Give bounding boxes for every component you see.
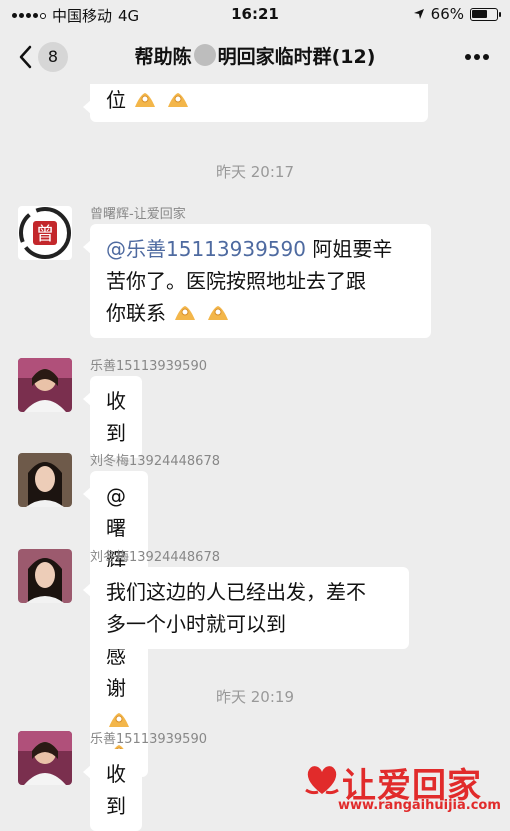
message-line: 我们这边的人已经出发，差不 — [106, 580, 366, 604]
message-line: 多一个小时就可以到 — [106, 612, 286, 636]
chat-title-suffix: 明回家临时群(12) — [217, 46, 376, 68]
location-icon — [413, 9, 424, 19]
avatar[interactable] — [18, 731, 72, 785]
message-line: @乐善15113939590 阿姐要辛 — [106, 233, 415, 265]
more-icon — [465, 54, 489, 60]
avatar[interactable] — [18, 358, 72, 412]
message-text: 阿姐要辛 — [305, 237, 393, 261]
mention-link[interactable]: @乐善15113939590 — [106, 237, 306, 261]
heart-hands-icon — [305, 766, 339, 795]
message-text: 你联系 — [106, 301, 166, 325]
more-options-button[interactable] — [464, 46, 490, 65]
battery-fill — [472, 9, 487, 18]
chat-header: 8 帮助陈 明回家临时群(12) — [0, 28, 510, 84]
message-bubble[interactable]: 收到 — [83, 749, 142, 831]
chat-title-prefix: 帮助陈 — [134, 46, 192, 68]
message-bubble[interactable]: 位 — [83, 84, 428, 122]
message-text: 位 — [106, 88, 126, 112]
message-bubble[interactable]: 我们这边的人已经出发，差不 多一个小时就可以到 — [83, 567, 409, 649]
battery-icon — [470, 7, 501, 21]
avatar-image — [18, 731, 72, 785]
sender-name: 刘冬梅13924448678 — [90, 454, 220, 469]
ok-hand-emoji-icon — [175, 306, 196, 320]
redacted-mark — [193, 44, 216, 66]
sender-name: 曾曙辉-让爱回家 — [90, 207, 186, 222]
message-bubble[interactable]: 收到 — [83, 376, 142, 458]
avatar[interactable]: 曾 — [18, 206, 72, 260]
sender-name: 乐善15113939590 — [90, 732, 207, 747]
message-line: 苦你了。医院按照地址去了跟 — [106, 269, 366, 293]
message-text: 收到 — [106, 762, 126, 818]
message-bubble[interactable]: @乐善15113939590 阿姐要辛 苦你了。医院按照地址去了跟 你联系 — [83, 224, 431, 338]
avatar-image — [18, 358, 72, 412]
ok-hand-emoji-icon — [135, 93, 156, 107]
avatar[interactable] — [18, 453, 72, 507]
ok-hand-emoji-icon — [167, 93, 188, 107]
sender-name: 乐善15113939590 — [90, 359, 207, 374]
avatar-image — [18, 549, 72, 603]
avatar-image: 曾 — [18, 206, 72, 260]
avatar[interactable] — [18, 549, 72, 603]
status-right: 66% — [413, 5, 501, 23]
watermark-url: www.rangaihuijia.com — [338, 798, 501, 813]
chat-title: 帮助陈 明回家临时群(12) — [0, 42, 510, 69]
timestamp: 昨天 20:19 — [216, 688, 294, 706]
status-bar: 中国移动 4G 16:21 66% — [0, 0, 510, 28]
sender-name: 刘冬梅13924448678 — [90, 550, 220, 565]
ok-hand-emoji-icon — [207, 306, 228, 320]
message-text: 收到 — [106, 389, 126, 445]
watermark-logo: 让爱回家 www.rangaihuijia.com — [302, 758, 502, 818]
message-line: 你联系 — [106, 297, 415, 329]
avatar-char: 曾 — [36, 224, 54, 245]
avatar-image — [18, 453, 72, 507]
timestamp: 昨天 20:17 — [216, 163, 294, 181]
battery-percent: 66% — [430, 5, 464, 23]
